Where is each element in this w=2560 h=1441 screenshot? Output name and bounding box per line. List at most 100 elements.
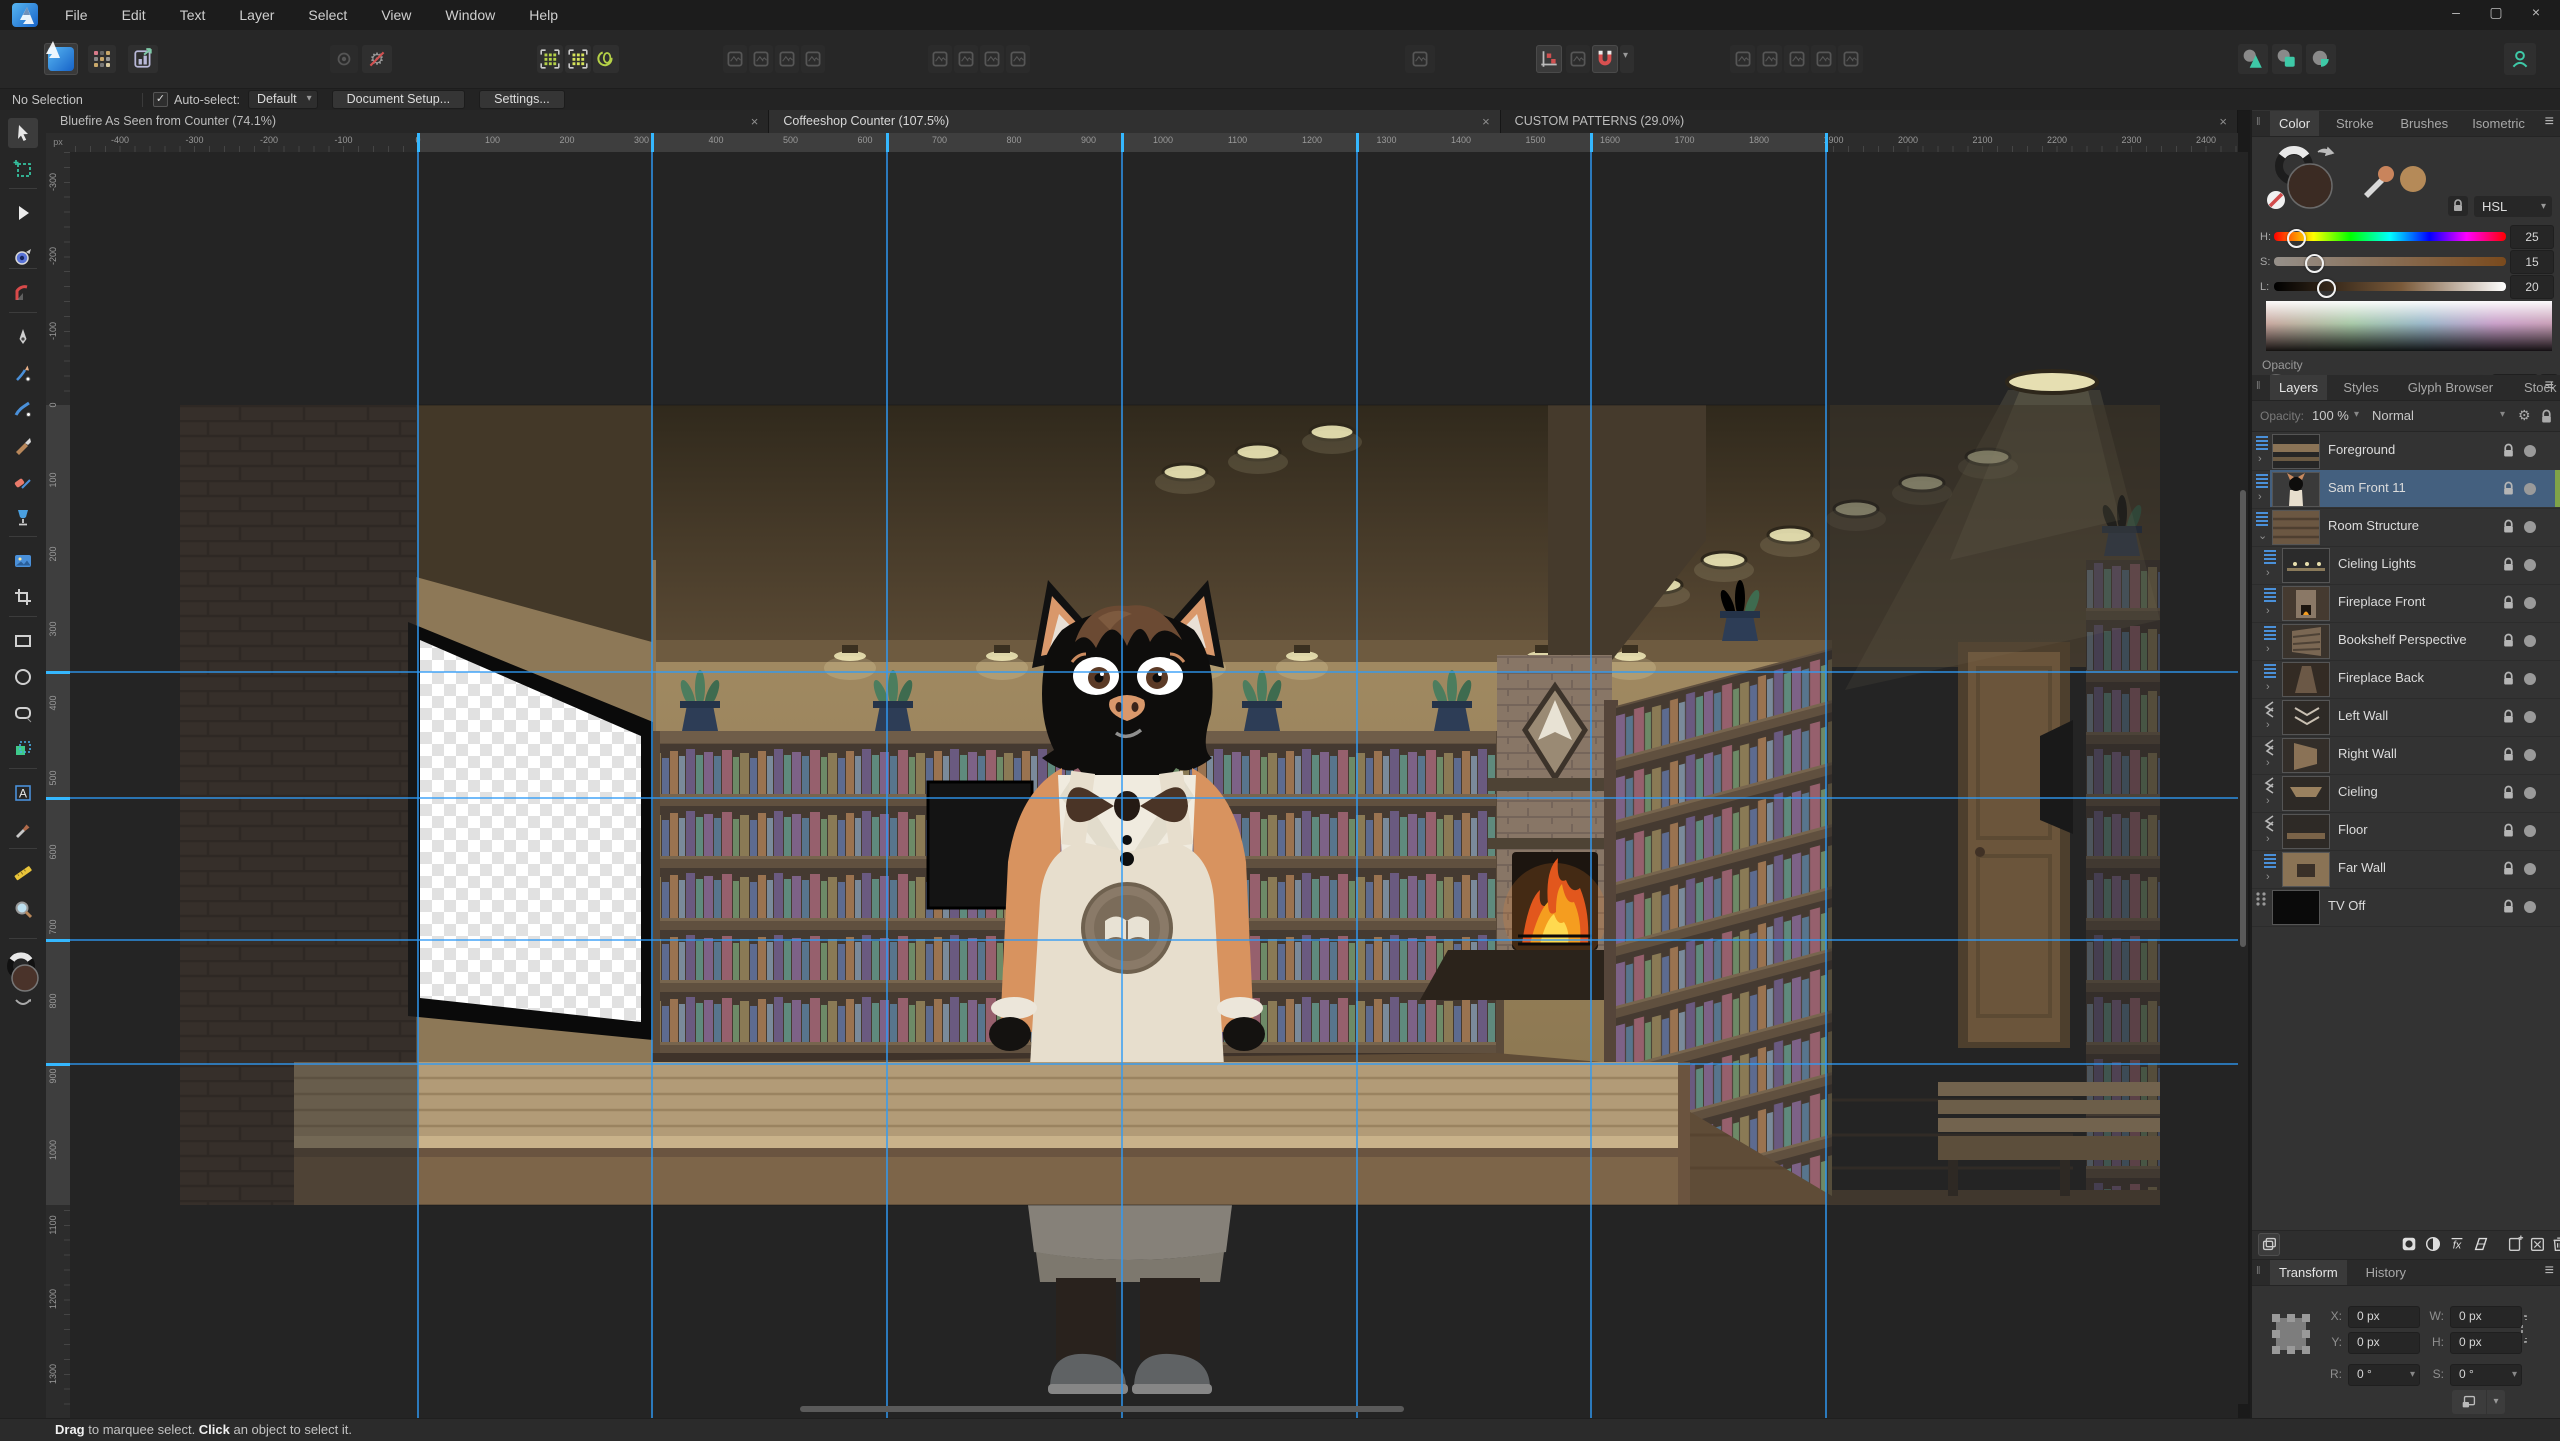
expander-icon[interactable]: › — [2266, 605, 2270, 617]
layer-thumbnail[interactable] — [2272, 890, 2320, 925]
layer-visibility-dot[interactable] — [2524, 521, 2536, 533]
layer-row[interactable]: ›Floor — [2252, 812, 2560, 851]
layer-lock-icon[interactable] — [2502, 519, 2515, 539]
order-4-button[interactable] — [1006, 45, 1030, 73]
color-spectrum-box[interactable] — [2266, 301, 2552, 351]
blend-mode-dropdown[interactable]: Normal — [2372, 408, 2414, 423]
layers-lock-icon[interactable] — [2540, 409, 2553, 424]
expander-icon[interactable]: › — [2258, 453, 2262, 465]
layer-name[interactable]: Fireplace Back — [2338, 670, 2424, 685]
slider-value[interactable]: 25 — [2510, 225, 2554, 249]
layer-lock-icon[interactable] — [2502, 747, 2515, 767]
pen-tool[interactable] — [8, 322, 38, 352]
live-filter-button[interactable] — [2470, 1233, 2492, 1256]
pixel-align-button[interactable] — [1536, 45, 1562, 73]
corner-tool[interactable] — [8, 278, 38, 308]
pencil-tool[interactable] — [8, 358, 38, 388]
layer-row[interactable]: › Fireplace Front — [2252, 584, 2560, 623]
layer-visibility-dot[interactable] — [2524, 787, 2536, 799]
order-3-button[interactable] — [980, 45, 1004, 73]
color-lock-button[interactable] — [2448, 196, 2468, 216]
mask-layer-button[interactable] — [2398, 1233, 2420, 1256]
rotate-ccw-button[interactable] — [1784, 45, 1809, 73]
document-tab-2[interactable]: Coffeeshop Counter (107.5%)× — [769, 110, 1500, 133]
record-toggle-icon[interactable] — [330, 45, 358, 73]
layer-row[interactable]: TV Off — [2252, 888, 2560, 927]
duplicate-button[interactable] — [1838, 45, 1863, 73]
panel-menu-icon[interactable]: ≡ — [2545, 113, 2554, 131]
expander-icon[interactable]: › — [2266, 567, 2270, 579]
layer-name[interactable]: Bookshelf Perspective — [2338, 632, 2467, 647]
expander-icon[interactable]: › — [2266, 643, 2270, 655]
layer-name[interactable]: Foreground — [2328, 442, 2395, 457]
settings-button[interactable]: Settings... — [479, 90, 565, 109]
layer-visibility-dot[interactable] — [2524, 673, 2536, 685]
layer-name[interactable]: Sam Front 11 — [2328, 480, 2406, 495]
layer-name[interactable]: Fireplace Front — [2338, 594, 2425, 609]
layer-row[interactable]: › Foreground — [2252, 432, 2560, 471]
x-field[interactable]: 0 px — [2348, 1306, 2420, 1328]
menu-file[interactable]: File — [48, 0, 105, 30]
zoom-tool[interactable] — [8, 894, 38, 924]
slider-value[interactable]: 15 — [2510, 250, 2554, 274]
tab-brushes[interactable]: Brushes — [2391, 111, 2457, 136]
adjustment-layer-button[interactable] — [2422, 1233, 2444, 1256]
pattern-grid-sparse-button[interactable] — [537, 45, 563, 73]
delete-layer-button[interactable] — [2548, 1233, 2560, 1256]
expander-icon[interactable]: › — [2266, 681, 2270, 693]
layer-lock-icon[interactable] — [2502, 557, 2515, 577]
layer-name[interactable]: Left Wall — [2338, 708, 2388, 723]
force-pixel-align-button[interactable] — [1566, 45, 1590, 73]
menu-edit[interactable]: Edit — [105, 0, 163, 30]
ruler-units[interactable]: px — [46, 133, 71, 153]
layer-thumbnail[interactable] — [2282, 662, 2330, 697]
export-layout-icon[interactable] — [128, 45, 158, 73]
layer-visibility-dot[interactable] — [2524, 635, 2536, 647]
layer-lock-icon[interactable] — [2502, 899, 2515, 919]
move-tool[interactable] — [8, 118, 38, 148]
layer-visibility-dot[interactable] — [2524, 863, 2536, 875]
fill-stroke-wells[interactable] — [4, 952, 42, 1014]
horizontal-scrollbar[interactable] — [70, 1404, 2238, 1414]
expander-icon[interactable]: ⌄ — [2258, 529, 2267, 542]
menu-text[interactable]: Text — [163, 0, 223, 30]
vertical-ruler[interactable]: -300-200-1000100200300400500600700800900… — [46, 152, 71, 1418]
layer-lock-icon[interactable] — [2502, 823, 2515, 843]
expander-icon[interactable]: › — [2266, 757, 2270, 769]
expander-icon[interactable]: › — [2258, 491, 2262, 503]
panel-stack-button[interactable] — [2258, 1233, 2280, 1256]
layer-lock-icon[interactable] — [2502, 481, 2515, 501]
document-tab-1[interactable]: Bluefire As Seen from Counter (74.1%)× — [46, 110, 769, 133]
export-persona-button[interactable] — [2306, 44, 2336, 74]
minimize-button[interactable]: – — [2436, 0, 2476, 26]
align-2-button[interactable] — [749, 45, 773, 73]
tab-color[interactable]: Color — [2270, 111, 2319, 136]
horizontal-ruler[interactable]: -400-300-200-100010020030040050060070080… — [70, 133, 2238, 153]
auto-select-dropdown[interactable]: Default — [248, 90, 318, 109]
slider-handle[interactable] — [2287, 229, 2306, 248]
layer-thumbnail[interactable] — [2282, 624, 2330, 659]
layers-gear-icon[interactable]: ⚙ — [2518, 407, 2531, 424]
r-field[interactable]: 0 °▾ — [2348, 1364, 2420, 1386]
tab-styles[interactable]: Styles — [2334, 375, 2387, 400]
layer-name[interactable]: Right Wall — [2338, 746, 2397, 761]
layer-thumbnail[interactable] — [2282, 776, 2330, 811]
expander-icon[interactable]: › — [2266, 871, 2270, 883]
layer-row[interactable]: › Right Wall — [2252, 736, 2560, 775]
layer-row[interactable]: › Fireplace Back — [2252, 660, 2560, 699]
vector-brush-tool[interactable] — [8, 394, 38, 424]
panel-drag-handle[interactable]: ‖ — [2256, 116, 2261, 128]
layer-visibility-dot[interactable] — [2524, 597, 2536, 609]
layer-name[interactable]: Room Structure — [2328, 518, 2419, 533]
layer-visibility-dot[interactable] — [2524, 711, 2536, 723]
layer-thumbnail[interactable] — [2282, 700, 2330, 735]
document-tab-3[interactable]: CUSTOM PATTERNS (29.0%)× — [1501, 110, 2238, 133]
layer-row[interactable]: › Bookshelf Perspective — [2252, 622, 2560, 661]
layer-name[interactable]: Cieling — [2338, 784, 2378, 799]
close-button[interactable]: × — [2516, 0, 2556, 26]
layer-thumbnail[interactable] — [2272, 434, 2320, 469]
layer-lock-icon[interactable] — [2502, 861, 2515, 881]
apps-grid-icon[interactable] — [88, 45, 116, 73]
color-mode-dropdown[interactable]: HSL▾ — [2474, 196, 2552, 217]
canvas-viewport[interactable] — [70, 152, 2238, 1418]
